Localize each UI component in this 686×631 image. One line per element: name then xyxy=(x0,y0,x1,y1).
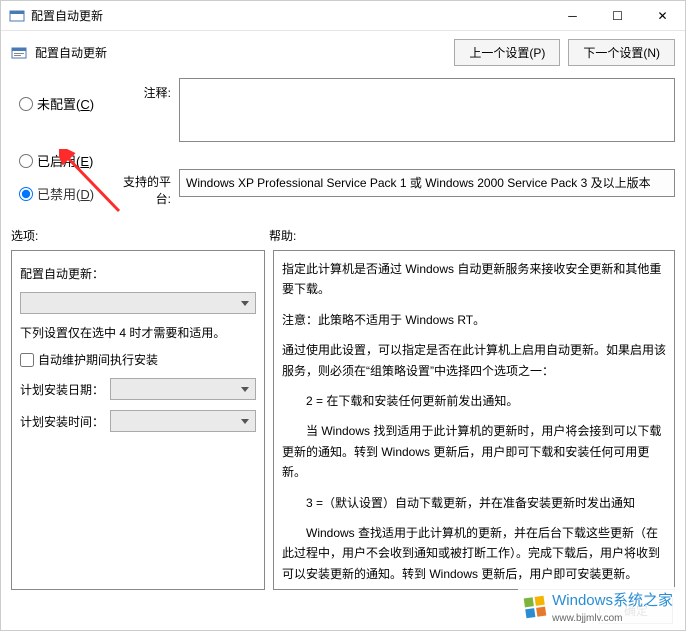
radio-not-configured[interactable]: 未配置(C) xyxy=(19,94,111,113)
watermark-url: www.bjjmlv.com xyxy=(552,613,622,624)
options-heading: 选项: xyxy=(11,227,269,244)
close-button[interactable]: ✕ xyxy=(640,1,685,30)
watermark: Windows系统之家 www.bjjmlv.com xyxy=(518,587,677,626)
window-icon xyxy=(9,8,25,24)
radio-not-configured-input[interactable] xyxy=(19,97,33,111)
comment-textarea[interactable] xyxy=(179,78,675,142)
window: 配置自动更新 ─ ☐ ✕ 配置自动更新 上一个设置(P) 下一个设置(N) 未配… xyxy=(0,0,686,631)
options-subnote: 下列设置仅在选中 4 时才需要和适用。 xyxy=(20,324,225,341)
policy-icon xyxy=(11,45,27,61)
auto-maint-checkbox[interactable] xyxy=(20,353,34,367)
help-heading: 帮助: xyxy=(269,227,675,244)
help-p6: Windows 查找适用于此计算机的更新，并在后台下载这些更新（在此过程中，用户… xyxy=(282,523,666,584)
minimize-button[interactable]: ─ xyxy=(550,1,595,30)
help-p4: 当 Windows 找到适用于此计算机的更新时，用户将会接到可以下载更新的通知。… xyxy=(282,421,666,482)
toolbar: 配置自动更新 上一个设置(P) 下一个设置(N) xyxy=(1,31,685,74)
help-p2: 通过使用此设置，可以指定是否在此计算机上启用自动更新。如果启用该服务，则必须在“… xyxy=(282,340,666,381)
plan-date-combo[interactable] xyxy=(110,378,256,400)
windows-logo-icon xyxy=(522,594,548,620)
plan-date-label: 计划安装日期： xyxy=(20,381,104,398)
comment-label: 注释: xyxy=(111,78,179,145)
radio-enabled-input[interactable] xyxy=(19,154,33,168)
next-setting-button[interactable]: 下一个设置(N) xyxy=(568,39,675,66)
radio-enabled[interactable]: 已启用(E) xyxy=(19,151,111,170)
plan-time-label: 计划安装时间： xyxy=(20,413,104,430)
update-mode-combo[interactable] xyxy=(20,292,256,314)
help-panel[interactable]: 指定此计算机是否通过 Windows 自动更新服务来接收安全更新和其他重要下载。… xyxy=(273,250,675,590)
radio-disabled-input[interactable] xyxy=(19,187,33,201)
help-p5: 3 =（默认设置）自动下载更新，并在准备安装更新时发出通知 xyxy=(282,493,666,513)
plan-time-combo[interactable] xyxy=(110,410,256,432)
radio-disabled[interactable]: 已禁用(D) xyxy=(19,184,111,203)
maximize-button[interactable]: ☐ xyxy=(595,1,640,30)
window-title: 配置自动更新 xyxy=(31,7,550,24)
options-section-header: 配置自动更新： xyxy=(20,265,104,282)
prev-setting-button[interactable]: 上一个设置(P) xyxy=(454,39,560,66)
help-p1: 注意：此策略不适用于 Windows RT。 xyxy=(282,310,666,330)
watermark-brand: Windows系统之家 xyxy=(552,592,673,609)
help-p0: 指定此计算机是否通过 Windows 自动更新服务来接收安全更新和其他重要下载。 xyxy=(282,259,666,300)
platform-text: Windows XP Professional Service Pack 1 或… xyxy=(179,169,675,197)
auto-maint-label: 自动维护期间执行安装 xyxy=(38,351,158,368)
platform-label: 支持的平台: xyxy=(111,149,179,217)
policy-title: 配置自动更新 xyxy=(35,44,446,61)
titlebar: 配置自动更新 ─ ☐ ✕ xyxy=(1,1,685,31)
help-p3: 2 = 在下载和安装任何更新前发出通知。 xyxy=(282,391,666,411)
options-panel: 配置自动更新： 下列设置仅在选中 4 时才需要和适用。 自动维护期间执行安装 计… xyxy=(11,250,265,590)
